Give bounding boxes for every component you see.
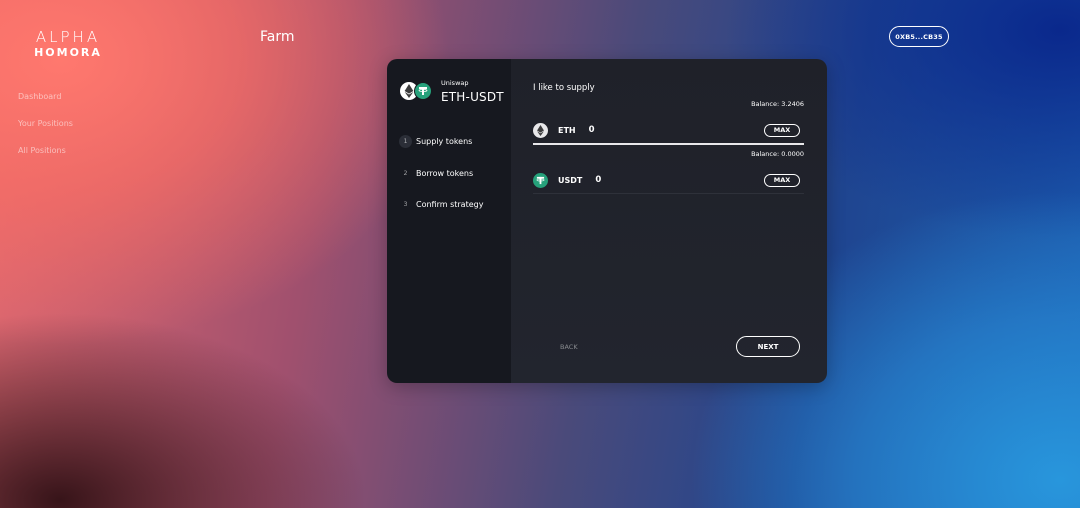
sidebar-nav: Dashboard Your Positions All Positions xyxy=(18,92,73,173)
eth-balance: Balance: 3.2406 xyxy=(751,100,804,108)
wallet-address-button[interactable]: 0XB5...CB35 xyxy=(889,26,949,47)
nav-item-dashboard[interactable]: Dashboard xyxy=(18,92,73,119)
supply-title: I like to supply xyxy=(533,83,595,93)
step-number: 3 xyxy=(403,201,408,209)
step-label: Borrow tokens xyxy=(416,168,474,178)
alpha-homora-logo[interactable]: ALPHA HOMORA xyxy=(31,28,105,59)
usdt-amount-input[interactable]: 0 xyxy=(595,175,601,185)
step-confirm-strategy[interactable]: 3 Confirm strategy xyxy=(399,189,484,221)
nav-item-your-positions[interactable]: Your Positions xyxy=(18,119,73,146)
supply-panel: I like to supply Balance: 3.2406 ETH 0 M… xyxy=(511,59,827,383)
nav-item-all-positions[interactable]: All Positions xyxy=(18,146,73,173)
usdt-input-row[interactable]: USDT 0 MAX xyxy=(533,167,804,193)
usdt-symbol: USDT xyxy=(558,175,583,185)
pair-name: ETH-USDT xyxy=(441,90,504,104)
protocol-name: Uniswap xyxy=(441,79,469,87)
eth-amount-input[interactable]: 0 xyxy=(589,125,595,135)
farm-modal: Uniswap ETH-USDT 1 Supply tokens 2 Borro… xyxy=(387,59,827,383)
eth-input-row[interactable]: ETH 0 MAX xyxy=(533,117,804,143)
back-button[interactable]: BACK xyxy=(560,343,578,351)
page-title: Farm xyxy=(260,29,295,45)
step-list: 1 Supply tokens 2 Borrow tokens 3 Confir… xyxy=(399,126,483,221)
usdt-max-button[interactable]: MAX xyxy=(764,173,800,187)
step-number: 1 xyxy=(399,135,412,149)
eth-input-underline xyxy=(533,143,804,145)
step-supply-tokens[interactable]: 1 Supply tokens xyxy=(399,126,483,158)
usdt-input-underline xyxy=(533,193,804,194)
logo-line-2: HOMORA xyxy=(34,46,102,59)
step-label: Confirm strategy xyxy=(416,200,484,210)
step-number: 2 xyxy=(403,169,408,177)
usdt-icon xyxy=(533,172,548,188)
usdt-balance: Balance: 0.0000 xyxy=(751,150,804,158)
logo-line-1: ALPHA xyxy=(35,28,101,46)
eth-symbol: ETH xyxy=(558,125,576,135)
steps-panel: Uniswap ETH-USDT 1 Supply tokens 2 Borro… xyxy=(387,59,511,383)
step-borrow-tokens[interactable]: 2 Borrow tokens xyxy=(399,158,483,190)
eth-max-button[interactable]: MAX xyxy=(764,123,800,137)
pair-icons xyxy=(400,82,432,100)
next-button[interactable]: NEXT xyxy=(736,336,800,357)
usdt-icon xyxy=(414,82,432,100)
eth-icon xyxy=(533,122,548,138)
step-label: Supply tokens xyxy=(416,137,473,147)
